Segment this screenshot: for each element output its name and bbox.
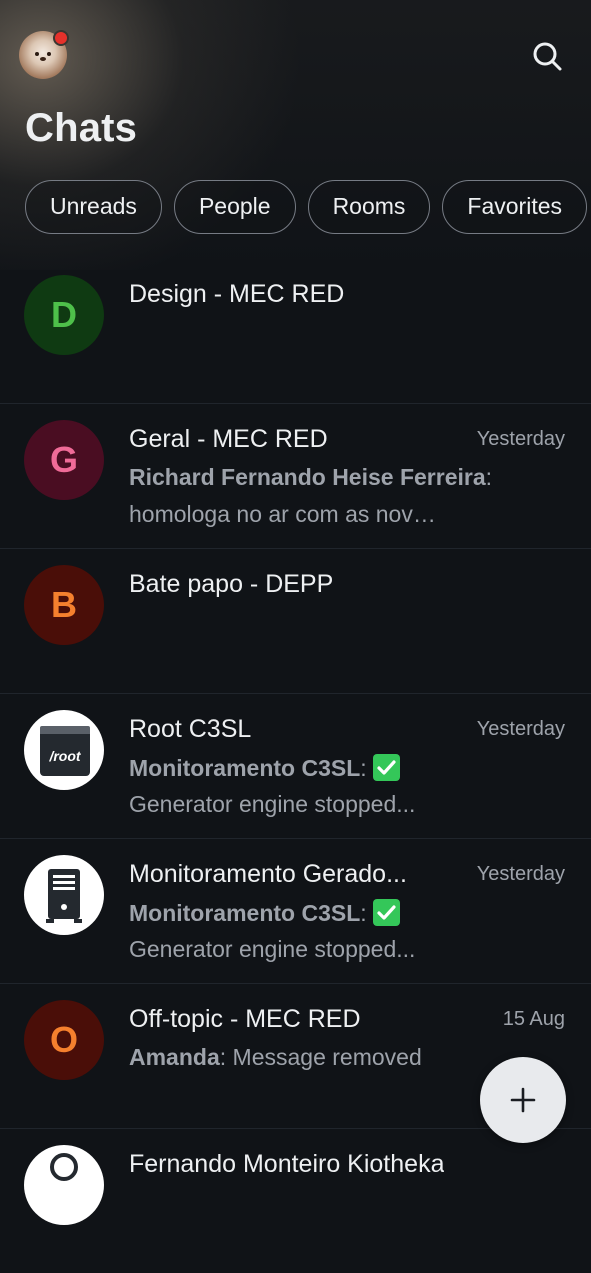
room-avatar: D (24, 275, 104, 355)
checkmark-icon (372, 899, 400, 926)
room-name: Off-topic - MEC RED (129, 1005, 361, 1033)
root-label: /root (48, 748, 81, 764)
room-row[interactable]: B Bate papo - DEPP (0, 548, 591, 694)
room-name: Monitoramento Gerado... (129, 860, 407, 888)
room-last-message: Monitoramento C3SL: (129, 754, 400, 782)
room-avatar: B (24, 565, 104, 645)
message-sender: Amanda (129, 1044, 220, 1070)
room-timestamp: Yesterday (476, 718, 565, 740)
notification-dot (53, 30, 69, 46)
room-name: Bate papo - DEPP (129, 570, 334, 598)
checkmark-icon (372, 754, 400, 781)
search-icon[interactable] (531, 40, 563, 72)
room-timestamp: Yesterday (476, 863, 565, 885)
plus-icon (510, 1087, 536, 1113)
user-avatar[interactable] (19, 30, 69, 79)
room-row[interactable]: D Design - MEC RED (0, 258, 591, 404)
server-tower-icon (24, 855, 104, 935)
room-name: Fernando Monteiro Kiotheka (129, 1150, 445, 1178)
room-name: Root C3SL (129, 715, 252, 743)
room-timestamp: 15 Aug (502, 1008, 565, 1030)
message-sender: Richard Fernando Heise Ferreira (129, 464, 486, 490)
message-text: : (485, 464, 493, 490)
room-name: Geral - MEC RED (129, 425, 328, 453)
new-chat-button[interactable] (480, 1057, 566, 1143)
filter-chips: Unreads People Rooms Favorites (25, 180, 591, 234)
page-title: Chats (25, 106, 138, 150)
message-sender: Monitoramento C3SL (129, 755, 361, 781)
room-row[interactable]: G Geral - MEC RED Yesterday Richard Fern… (0, 403, 591, 549)
message-text: : (360, 900, 367, 926)
room-preview: Generator engine stopped... (129, 936, 416, 962)
room-preview: homologa no ar com as novas r... (129, 501, 444, 527)
root-terminal-icon: /root (24, 710, 104, 790)
room-row[interactable]: Monitoramento Gerado... Yesterday Monito… (0, 838, 591, 984)
message-text: : Message removed (219, 1044, 422, 1070)
filter-unreads[interactable]: Unreads (25, 180, 162, 234)
room-name: Design - MEC RED (129, 280, 345, 308)
message-text: : (360, 755, 367, 781)
room-row[interactable]: Fernando Monteiro Kiotheka (0, 1128, 591, 1273)
filter-people[interactable]: People (173, 180, 296, 234)
room-timestamp: Yesterday (476, 428, 565, 450)
room-last-message: Amanda: Message removed (129, 1044, 422, 1071)
filter-favorites[interactable]: Favorites (442, 180, 588, 234)
room-preview: Generator engine stopped... (129, 791, 416, 817)
room-last-message: Richard Fernando Heise Ferreira: (129, 464, 492, 491)
filter-rooms[interactable]: Rooms (307, 180, 431, 234)
room-row[interactable]: /root Root C3SL Yesterday Monitoramento … (0, 693, 591, 839)
room-last-message: Monitoramento C3SL: (129, 899, 400, 927)
dog-face-icon (33, 49, 53, 65)
room-avatar: O (24, 1000, 104, 1080)
room-avatar: G (24, 420, 104, 500)
message-sender: Monitoramento C3SL (129, 900, 361, 926)
user-avatar (24, 1145, 104, 1225)
